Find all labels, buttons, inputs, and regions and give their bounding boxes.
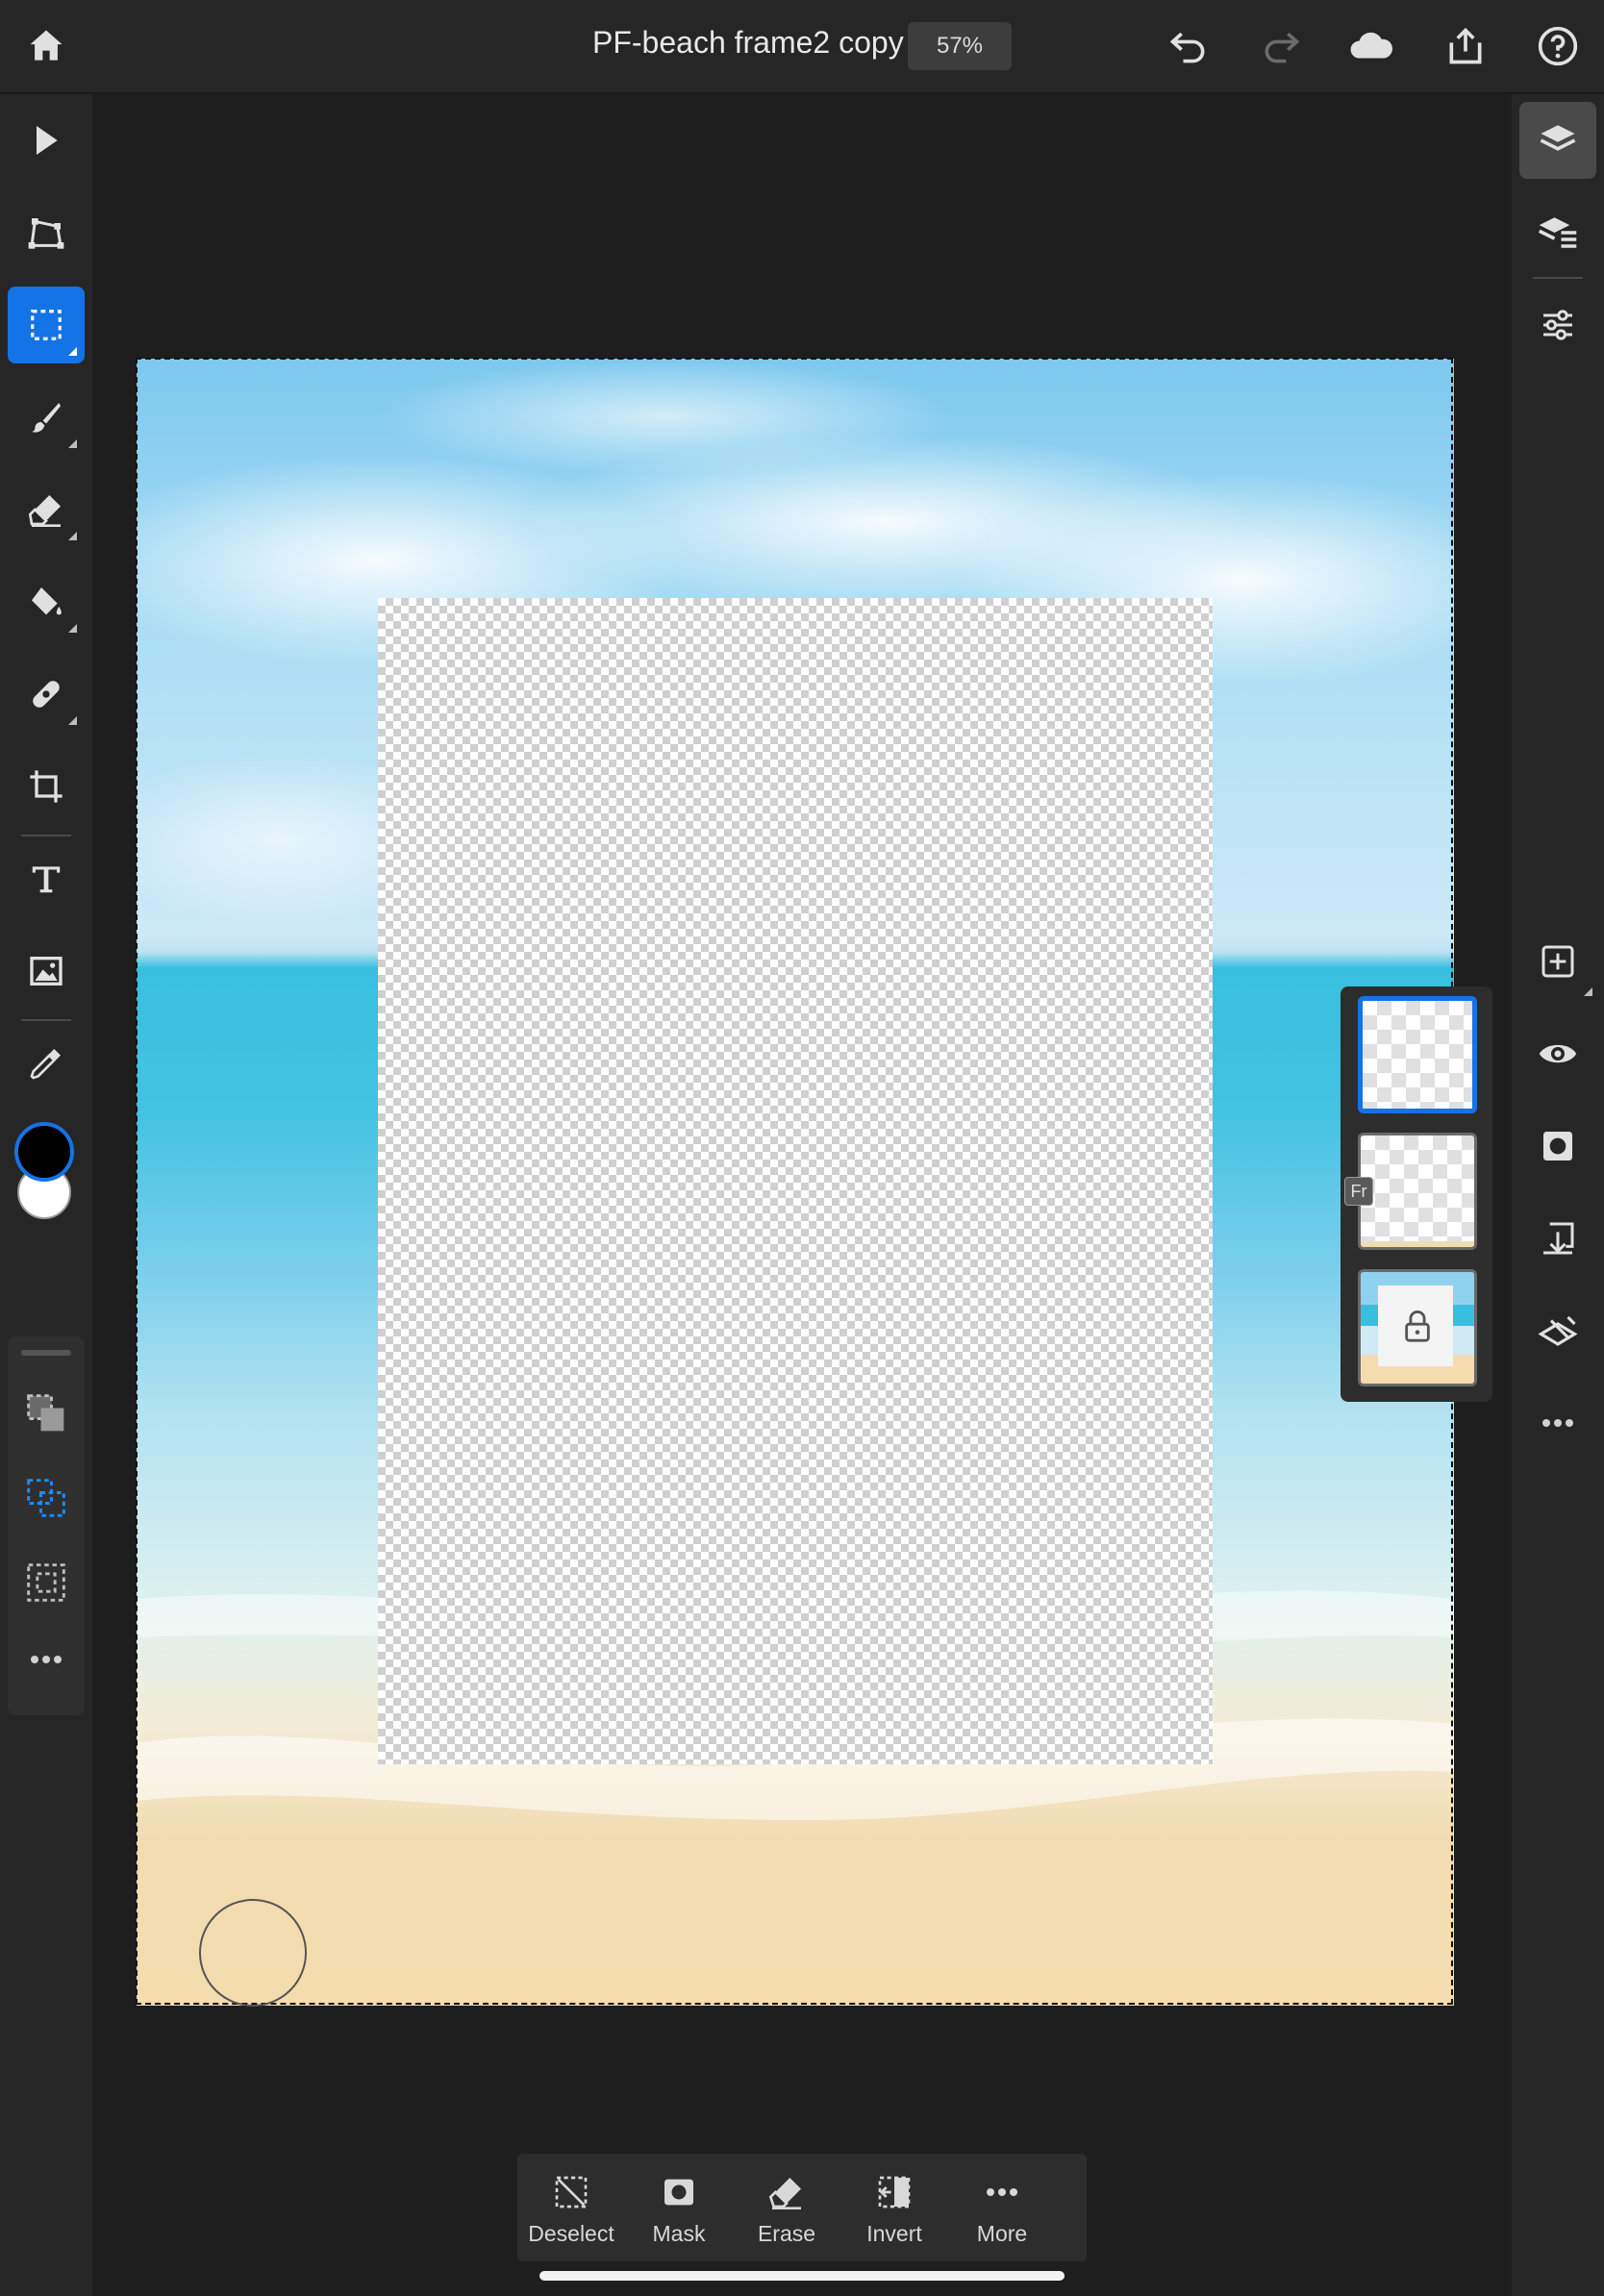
add-to-selection-icon[interactable] bbox=[8, 1460, 85, 1536]
submenu-indicator bbox=[68, 532, 77, 540]
frame-edge bbox=[1361, 1241, 1474, 1247]
foreground-color-swatch[interactable] bbox=[13, 1121, 75, 1183]
transform-tool-icon[interactable] bbox=[8, 194, 85, 271]
fill-tool-icon[interactable] bbox=[8, 563, 85, 640]
layers-panel: Fr bbox=[1341, 986, 1492, 1402]
transparent-area bbox=[378, 598, 1213, 1764]
cloud-icon[interactable] bbox=[1342, 17, 1400, 75]
invert-icon bbox=[873, 2171, 915, 2213]
erase-button[interactable]: Erase bbox=[733, 2154, 840, 2261]
right-rail-separator bbox=[1533, 277, 1583, 279]
more-icon bbox=[981, 2171, 1023, 2213]
submenu-indicator bbox=[68, 347, 77, 356]
move-tool-icon[interactable] bbox=[8, 102, 85, 179]
type-tool-icon[interactable] bbox=[8, 840, 85, 917]
left-toolbar bbox=[0, 94, 92, 2296]
visibility-icon[interactable] bbox=[1519, 1015, 1596, 1092]
undo-icon[interactable] bbox=[1160, 17, 1217, 75]
selection-modes-panel bbox=[8, 1336, 85, 1715]
frame-badge: Fr bbox=[1344, 1177, 1373, 1206]
more-icon[interactable] bbox=[1519, 1385, 1596, 1461]
selection-action-bar: Deselect Mask Erase Invert More bbox=[517, 2154, 1087, 2261]
add-layer-icon[interactable] bbox=[1519, 923, 1596, 1000]
brush-cursor bbox=[199, 1899, 307, 2007]
deselect-label: Deselect bbox=[528, 2221, 614, 2246]
mask-button[interactable]: Mask bbox=[625, 2154, 733, 2261]
submenu-indicator bbox=[68, 716, 77, 725]
invert-button[interactable]: Invert bbox=[840, 2154, 948, 2261]
mask-icon bbox=[658, 2171, 700, 2213]
home-indicator[interactable] bbox=[539, 2271, 1065, 2281]
more-button[interactable]: More bbox=[948, 2154, 1056, 2261]
submenu-indicator bbox=[68, 439, 77, 448]
layers-icon[interactable] bbox=[1519, 102, 1596, 179]
properties-icon[interactable] bbox=[1519, 287, 1596, 363]
place-image-icon[interactable] bbox=[8, 933, 85, 1010]
redo-icon[interactable] bbox=[1252, 17, 1310, 75]
panel-grip[interactable] bbox=[21, 1350, 71, 1356]
new-selection-icon[interactable] bbox=[8, 1375, 85, 1452]
healing-tool-icon[interactable] bbox=[8, 656, 85, 733]
mask-icon[interactable] bbox=[1519, 1108, 1596, 1185]
layer-thumbnail-beach[interactable] bbox=[1358, 1269, 1477, 1386]
submenu-indicator bbox=[68, 624, 77, 633]
document-title[interactable]: PF-beach frame2 copy bbox=[592, 25, 904, 61]
more-label: More bbox=[976, 2221, 1028, 2246]
lock-icon bbox=[1405, 1310, 1430, 1342]
help-icon[interactable] bbox=[1529, 17, 1587, 75]
erase-label: Erase bbox=[757, 2221, 816, 2246]
erase-icon bbox=[765, 2171, 808, 2213]
eyedropper-tool-icon[interactable] bbox=[8, 1025, 85, 1102]
crop-tool-icon[interactable] bbox=[8, 748, 85, 825]
zoom-level[interactable]: 57% bbox=[908, 22, 1012, 70]
mask-label: Mask bbox=[652, 2221, 706, 2246]
deselect-icon bbox=[550, 2171, 592, 2213]
invert-label: Invert bbox=[866, 2221, 922, 2246]
subtract-from-selection-icon[interactable] bbox=[8, 1544, 85, 1621]
more-tools-icon[interactable] bbox=[8, 1621, 85, 1698]
layer-thumbnail-empty[interactable] bbox=[1358, 996, 1477, 1113]
top-bar: PF-beach frame2 copy 57% bbox=[0, 0, 1604, 94]
share-icon[interactable] bbox=[1437, 17, 1494, 75]
right-toolbar bbox=[1512, 94, 1604, 2296]
home-icon[interactable] bbox=[17, 17, 75, 75]
eraser-tool-icon[interactable] bbox=[8, 471, 85, 548]
brush-tool-icon[interactable] bbox=[8, 379, 85, 456]
selection-tool-icon[interactable] bbox=[8, 287, 85, 363]
adjustments-icon[interactable] bbox=[1519, 1292, 1596, 1369]
layer-details-icon[interactable] bbox=[1519, 194, 1596, 271]
layer-thumbnail-frame[interactable] bbox=[1358, 1133, 1477, 1250]
submenu-indicator bbox=[1584, 987, 1592, 996]
import-icon[interactable] bbox=[1519, 1200, 1596, 1277]
deselect-button[interactable]: Deselect bbox=[517, 2154, 625, 2261]
